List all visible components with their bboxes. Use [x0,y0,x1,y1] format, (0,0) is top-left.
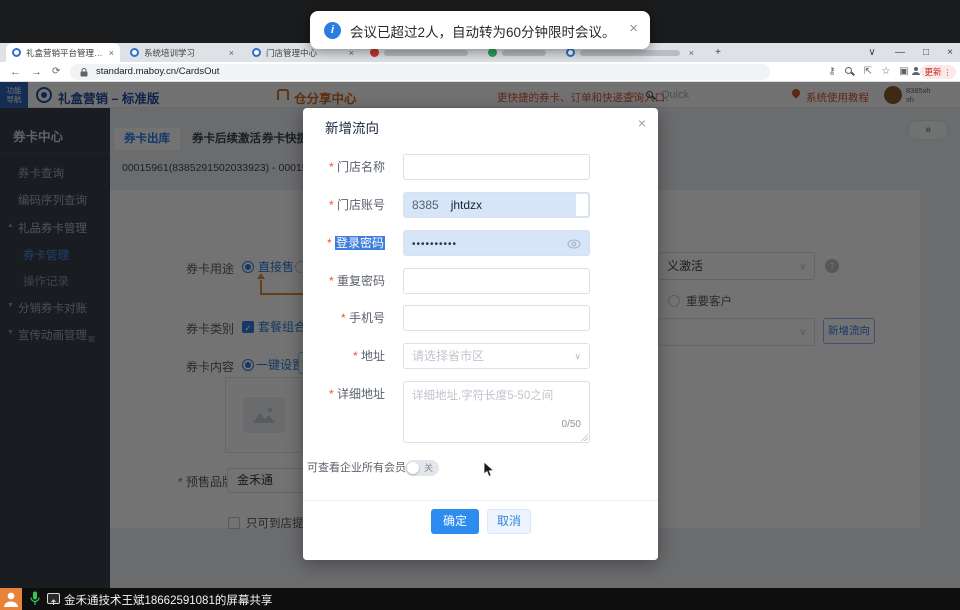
app-area: 功能 导航 礼盒营销 – 标准版 仓分享中心 更快捷的券卡、订单和快递查询入口 … [0,82,960,588]
tab-obscured-label [502,50,546,56]
account-value: jhtdzx [451,198,482,212]
detail-address-label: 详细地址 [303,381,395,407]
tab-close-icon[interactable]: × [349,48,354,58]
meeting-toast: i 会议已超过2人，自动转为60分钟限时会议。 × [310,11,650,49]
tab-label: 礼盒营销平台管理中心 [26,47,104,59]
switch-knob [407,462,419,474]
input-end-strip [576,194,588,216]
favicon-blue-icon [566,48,575,57]
favicon-blue-icon [12,48,21,57]
confirm-button[interactable]: 确定 [431,509,479,534]
account-prefix: 8385 [412,198,439,212]
tab-obscured-label [384,50,468,56]
switch-state-label: 关 [424,461,433,475]
tab-search-chevron-icon[interactable]: ∨ [862,43,882,62]
new-tab-icon[interactable]: + [708,43,728,62]
repeat-password-input[interactable] [403,268,590,294]
modal-footer: 确定 取消 [303,500,658,560]
phone-input[interactable] [403,305,590,331]
modal-title: 新增流向 [325,117,379,137]
store-account-label: 门店账号 [303,192,395,218]
screen-share-bar: 金禾通技术王斌18662591081的屏幕共享 [0,588,960,610]
member-toggle-label: 可查看企业所有会员 [307,460,401,476]
favicon-blue-icon [252,48,261,57]
char-counter: 0/50 [562,419,581,430]
url-bar[interactable]: standard.maboy.cn/CardsOut [70,64,770,80]
login-password-label: 登录密码 [303,230,395,256]
favicon-green-icon [488,48,497,57]
store-name-label: 门店名称 [303,154,395,180]
detail-address-textarea[interactable]: 详细地址,字符长度5-50之间 0/50 [403,381,590,443]
chevron-down-icon: ∨ [574,344,581,368]
password-key-icon[interactable]: ⚷ [826,66,838,78]
window-maximize-icon[interactable]: □ [916,43,936,62]
resize-grip-icon[interactable] [580,433,588,441]
reload-icon[interactable]: ⟳ [52,62,60,82]
share-icon[interactable]: ⇱ [862,66,874,78]
selected-label-text: 登录密码 [335,236,385,250]
back-icon[interactable]: ← [10,62,21,82]
tab-close-icon[interactable]: × [109,48,114,58]
url-text: standard.maboy.cn/CardsOut [96,64,219,80]
modal-close-icon[interactable]: × [638,115,646,131]
update-label: 更新 [924,66,941,78]
cancel-button[interactable]: 取消 [487,509,531,534]
window-close-icon[interactable]: × [940,43,960,62]
mouse-cursor-icon [483,462,495,478]
textarea-placeholder: 详细地址,字符长度5-50之间 [412,387,553,403]
password-dots: •••••••••• [412,239,457,250]
store-account-input[interactable]: 8385 jhtdzx [403,192,590,218]
screen-share-text: 金禾通技术王斌18662591081的屏幕共享 [64,592,272,608]
toast-close-icon[interactable]: × [629,20,638,37]
address-placeholder: 请选择省市区 [412,349,484,363]
repeat-password-label: 重复密码 [303,268,395,294]
screen: 礼盒营销平台管理中心 × 系统培训学习 × 门店管理中心 × × + ∨ — [0,0,960,610]
add-flow-modal: 新增流向 × 门店名称 门店账号 8385 jhtdzx 登录密码 •••••••… [303,108,658,560]
tab-close-icon[interactable]: × [229,48,234,58]
login-password-input[interactable]: •••••••••• [403,230,590,256]
browser-toolbar: ← → ⟳ standard.maboy.cn/CardsOut ⚷ ⇱ ☆ ▣… [0,62,960,82]
favicon-blue-icon [130,48,139,57]
chrome-update-button[interactable]: 更新 ⋮ [920,65,956,79]
address-select[interactable]: 请选择省市区 ∨ [403,343,590,369]
browser-tab-2[interactable]: 系统培训学习 × [124,43,240,62]
bookmark-star-icon[interactable]: ☆ [880,66,892,78]
toast-message: 会议已超过2人，自动转为60分钟限时会议。 [350,21,616,41]
tab-close-icon[interactable]: × [689,48,694,58]
tab-label: 系统培训学习 [144,47,224,59]
info-icon: i [324,22,341,39]
kebab-menu-icon[interactable]: ⋮ [944,68,952,77]
phone-label: 手机号 [303,305,395,331]
store-name-input[interactable] [403,154,590,180]
tab-obscured-label [580,50,680,56]
window-minimize-icon[interactable]: — [890,43,910,62]
side-panel-icon[interactable]: ▣ [898,66,910,78]
favicon-red-icon [370,48,379,57]
eye-icon[interactable] [567,239,581,249]
member-toggle-switch[interactable]: 关 [405,460,439,476]
browser-tab-1[interactable]: 礼盒营销平台管理中心 × [6,43,120,62]
forward-icon[interactable]: → [31,62,42,82]
lock-icon [80,68,88,77]
address-label: 地址 [303,343,395,369]
screen-share-icon [47,593,60,604]
zoom-icon[interactable] [844,66,856,78]
microphone-icon[interactable] [30,591,40,610]
participant-icon[interactable] [0,588,22,610]
